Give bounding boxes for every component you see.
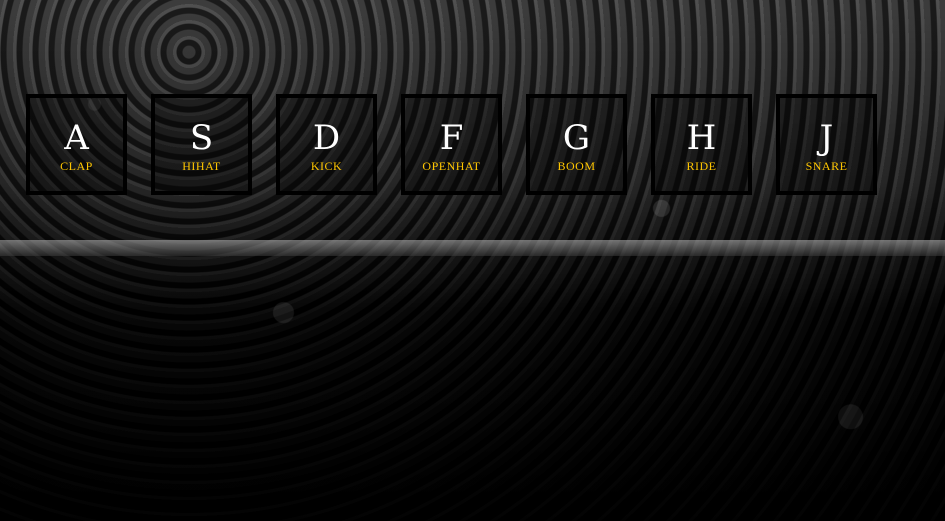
drum-keys: A CLAP S HIHAT D KICK F OPENHAT G BOOM H…: [26, 94, 877, 195]
drum-key-s[interactable]: S HIHAT: [151, 94, 252, 195]
sound-label: HIHAT: [182, 159, 221, 173]
key-letter: D: [312, 118, 341, 158]
key-letter: J: [819, 118, 834, 158]
drum-key-a[interactable]: A CLAP: [26, 94, 127, 195]
key-letter: F: [439, 118, 464, 158]
sound-label: RIDE: [686, 159, 717, 173]
drum-key-g[interactable]: G BOOM: [526, 94, 627, 195]
key-letter: A: [64, 118, 89, 158]
stadium-railing: [0, 240, 945, 256]
key-letter: G: [562, 118, 591, 158]
sound-label: CLAP: [60, 159, 93, 173]
key-letter: H: [686, 118, 717, 158]
sound-label: SNARE: [805, 159, 848, 173]
drum-key-j[interactable]: J SNARE: [776, 94, 877, 195]
crowd-photo-background: [0, 0, 945, 521]
drum-key-h[interactable]: H RIDE: [651, 94, 752, 195]
sound-label: OPENHAT: [422, 159, 481, 173]
sound-label: KICK: [310, 159, 343, 173]
key-letter: S: [189, 118, 214, 158]
drum-key-d[interactable]: D KICK: [276, 94, 377, 195]
sound-label: BOOM: [557, 159, 596, 173]
drum-key-f[interactable]: F OPENHAT: [401, 94, 502, 195]
